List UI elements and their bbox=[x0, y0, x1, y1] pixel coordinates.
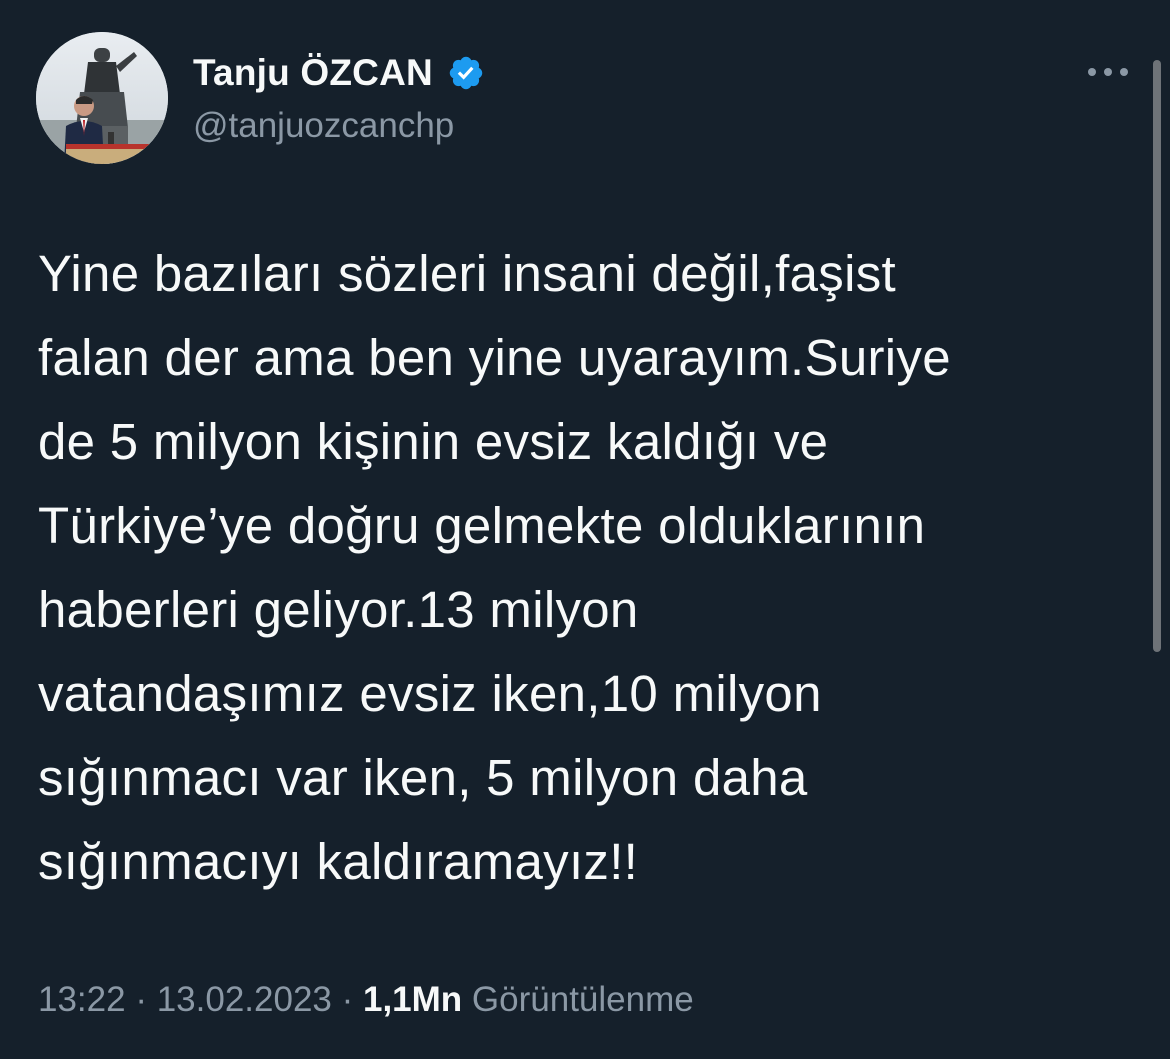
views-count[interactable]: 1,1Mn bbox=[363, 980, 462, 1019]
tweet-text-line: Türkiye’ye doğru gelmekte olduklarının bbox=[38, 497, 926, 554]
tweet-card: Tanju ÖZCAN @tanjuozcanchp Yine bazıları… bbox=[0, 0, 1170, 1059]
tweet-text-line: sığınmacıyı kaldıramayız!! bbox=[38, 833, 639, 890]
avatar[interactable] bbox=[36, 32, 168, 164]
profile-photo-icon bbox=[36, 32, 168, 164]
views-label: Görüntülenme bbox=[471, 980, 694, 1019]
more-dots-icon bbox=[1088, 68, 1128, 76]
author-display-name[interactable]: Tanju ÖZCAN bbox=[193, 52, 433, 94]
tweet-text-line: Yine bazıları sözleri insani değil,faşis… bbox=[38, 245, 896, 302]
tweet-text: Yine bazıları sözleri insani değil,faşis… bbox=[38, 232, 1138, 904]
meta-separator: · bbox=[125, 980, 157, 1019]
author-name-row: Tanju ÖZCAN bbox=[193, 50, 485, 96]
tweet-text-line: falan der ama ben yine uyarayım.Suriye bbox=[38, 329, 951, 386]
scrollbar-thumb[interactable] bbox=[1153, 60, 1161, 652]
author-handle[interactable]: @tanjuozcanchp bbox=[193, 106, 454, 146]
tweet-metadata: 13:22 · 13.02.2023 · 1,1Mn Görüntülenme bbox=[38, 980, 694, 1020]
tweet-text-line: vatandaşımız evsiz iken,10 milyon bbox=[38, 665, 822, 722]
more-options-button[interactable] bbox=[1082, 52, 1134, 92]
tweet-text-line: de 5 milyon kişinin evsiz kaldığı ve bbox=[38, 413, 829, 470]
tweet-text-line: haberleri geliyor.13 milyon bbox=[38, 581, 639, 638]
tweet-date[interactable]: 13.02.2023 bbox=[157, 980, 332, 1019]
tweet-text-line: sığınmacı var iken, 5 milyon daha bbox=[38, 749, 808, 806]
tweet-time[interactable]: 13:22 bbox=[38, 980, 126, 1019]
verified-badge-icon[interactable] bbox=[447, 54, 485, 92]
meta-separator: · bbox=[331, 980, 363, 1019]
